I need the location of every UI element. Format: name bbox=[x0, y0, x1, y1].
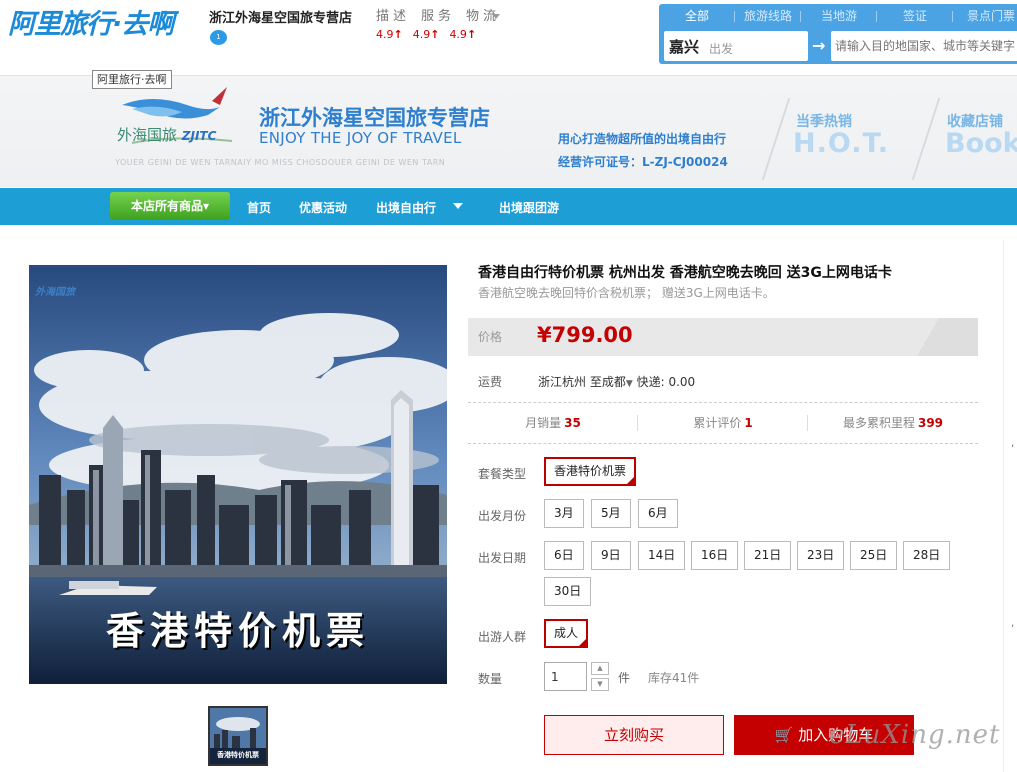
quantity-decrease-icon[interactable]: ▼ bbox=[591, 678, 609, 691]
shop-name[interactable]: 浙江外海星空国旅专营店 bbox=[209, 7, 352, 26]
package-type-label: 套餐类型 bbox=[478, 467, 527, 481]
quantity-label: 数量 bbox=[478, 672, 503, 686]
stat-reviews[interactable]: 累计评价 1 bbox=[638, 403, 808, 443]
rating-label-service: 服务 bbox=[421, 9, 456, 24]
stat-monthly-sales: 月销量 35 bbox=[468, 403, 638, 443]
search-tabs: 全部 旅游线路 当地游 签证 景点门票 bbox=[659, 4, 1017, 28]
rating-value-logistics: 4.9↑ bbox=[449, 28, 477, 41]
thumbnail-caption: 香港特价机票 bbox=[217, 751, 259, 759]
rating-value-service: 4.9↑ bbox=[412, 28, 440, 41]
banner-license: 经营许可证号：L-ZJ-CJ00024 bbox=[558, 155, 728, 169]
price-value: ¥799.00 bbox=[537, 323, 633, 347]
up-arrow-icon: ↑ bbox=[393, 28, 403, 41]
arrow-right-icon: → bbox=[812, 36, 826, 55]
stock-count: 库存41件 bbox=[648, 671, 700, 685]
price-label: 价格 bbox=[478, 330, 503, 344]
date-option[interactable]: 30日 bbox=[544, 577, 592, 606]
departure-date-label: 出发日期 bbox=[478, 551, 527, 565]
date-option[interactable]: 23日 bbox=[797, 541, 845, 570]
nav-item-independent-travel[interactable]: 出境自由行 bbox=[376, 199, 436, 216]
chevron-down-icon[interactable] bbox=[453, 203, 463, 209]
all-products-button[interactable]: 本店所有商品▾ bbox=[110, 192, 230, 220]
rating-label-description: 描述 bbox=[376, 9, 411, 24]
search-panel: 全部 旅游线路 当地游 签证 景点门票 嘉兴 出发 → bbox=[659, 4, 1017, 64]
quantity-input[interactable] bbox=[544, 662, 587, 691]
site-logo[interactable]: 阿里旅行·去啊 bbox=[8, 2, 174, 41]
date-option[interactable]: 28日 bbox=[903, 541, 951, 570]
shipping-fee: 快递: 0.00 bbox=[636, 375, 696, 389]
product-stats: 月销量 35 累计评价 1 最多累积里程 399 bbox=[468, 403, 978, 443]
banner-scroll-text: YOUER GEINI DE WEN TARNAIY MO MISS CHOSD… bbox=[115, 158, 446, 167]
traveler-option[interactable]: 成人 bbox=[544, 619, 589, 648]
product-subtitle: 香港航空晚去晚回特价含税机票； 赠送3G上网电话卡。 bbox=[478, 286, 775, 300]
image-caption: 香港特价机票 bbox=[105, 609, 370, 653]
ratings-dropdown-chevron-down-icon[interactable] bbox=[492, 14, 500, 19]
date-option[interactable]: 9日 bbox=[591, 541, 631, 570]
rating-value-description: 4.9↑ bbox=[376, 28, 403, 41]
product-main-image[interactable]: 外海国旅 香港特价机票 bbox=[29, 265, 447, 684]
divider bbox=[468, 443, 978, 444]
chevron-down-icon: ▼ bbox=[625, 379, 633, 389]
shipping-label: 运费 bbox=[478, 375, 503, 389]
month-option[interactable]: 6月 bbox=[638, 499, 678, 528]
sidebar-edge-mark: , bbox=[1011, 438, 1015, 449]
up-arrow-icon: ↑ bbox=[430, 28, 440, 41]
shipping-destination-select[interactable]: 至成都▼ bbox=[590, 375, 633, 389]
date-option[interactable]: 21日 bbox=[744, 541, 792, 570]
nav-item-group-tours[interactable]: 出境跟团游 bbox=[499, 199, 559, 216]
package-option[interactable]: 香港特价机票 bbox=[544, 457, 637, 486]
search-tab-visa[interactable]: 签证 bbox=[877, 4, 953, 28]
banner-subtitle: ENJOY THE JOY OF TRAVEL bbox=[259, 129, 462, 147]
departure-label: 出发 bbox=[709, 42, 734, 56]
date-option[interactable]: 14日 bbox=[638, 541, 686, 570]
product-thumbnail[interactable]: 香港特价机票 bbox=[208, 706, 268, 766]
product-title: 香港自由行特价机票 杭州出发 香港航空晚去晚回 送3G上网电话卡 bbox=[478, 265, 892, 281]
favorite-shop-link[interactable]: Book bbox=[945, 128, 1017, 159]
quantity-increase-icon[interactable]: ▲ bbox=[591, 662, 609, 675]
sidebar-edge-mark: , bbox=[1011, 618, 1015, 629]
shipping-info: 浙江杭州 至成都▼ 快递: 0.00 bbox=[538, 373, 695, 390]
month-option[interactable]: 5月 bbox=[591, 499, 631, 528]
agency-logo-text: 外海国旅 ZJITC bbox=[117, 126, 217, 144]
image-watermark-logo: 外海国旅 bbox=[35, 287, 75, 298]
right-sidebar-edge bbox=[1003, 240, 1017, 772]
up-arrow-icon: ↑ bbox=[466, 28, 477, 41]
cart-icon: 🛒 bbox=[774, 726, 794, 744]
departure-city-value: 嘉兴 bbox=[669, 38, 700, 56]
hot-sales-link[interactable]: H.O.T. bbox=[793, 128, 889, 159]
date-option[interactable]: 16日 bbox=[691, 541, 739, 570]
month-option[interactable]: 3月 bbox=[544, 499, 584, 528]
quantity-unit: 件 bbox=[618, 671, 631, 685]
shipping-from: 浙江杭州 bbox=[538, 375, 587, 389]
shop-level-badge-icon: 1 bbox=[210, 30, 227, 45]
stat-mileage: 最多累积里程 399 bbox=[842, 416, 944, 430]
departure-city-field[interactable]: 嘉兴 出发 bbox=[664, 31, 808, 61]
search-tab-routes[interactable]: 旅游线路 bbox=[735, 4, 801, 28]
buy-now-button[interactable]: 立刻购买 bbox=[544, 715, 724, 755]
search-tab-tickets[interactable]: 景点门票 bbox=[953, 4, 1017, 28]
banner-slogan: 用心打造物超所值的出境自由行 bbox=[558, 132, 727, 146]
destination-search-input[interactable] bbox=[831, 31, 1017, 61]
traveler-type-label: 出游人群 bbox=[478, 630, 527, 644]
banner-title: 浙江外海星空国旅专营店 bbox=[259, 106, 490, 130]
nav-item-home[interactable]: 首页 bbox=[247, 199, 271, 216]
date-option[interactable]: 25日 bbox=[850, 541, 898, 570]
site-watermark: eLuXing.net bbox=[829, 720, 1001, 750]
shop-ratings: 描述 服务 物流 4.9↑ 4.9↑ 4.9↑ bbox=[376, 5, 500, 41]
date-option[interactable]: 6日 bbox=[544, 541, 584, 570]
search-tab-all[interactable]: 全部 bbox=[659, 4, 735, 28]
departure-month-label: 出发月份 bbox=[478, 509, 527, 523]
nav-item-promotions[interactable]: 优惠活动 bbox=[299, 199, 347, 216]
search-tab-local[interactable]: 当地游 bbox=[801, 4, 877, 28]
